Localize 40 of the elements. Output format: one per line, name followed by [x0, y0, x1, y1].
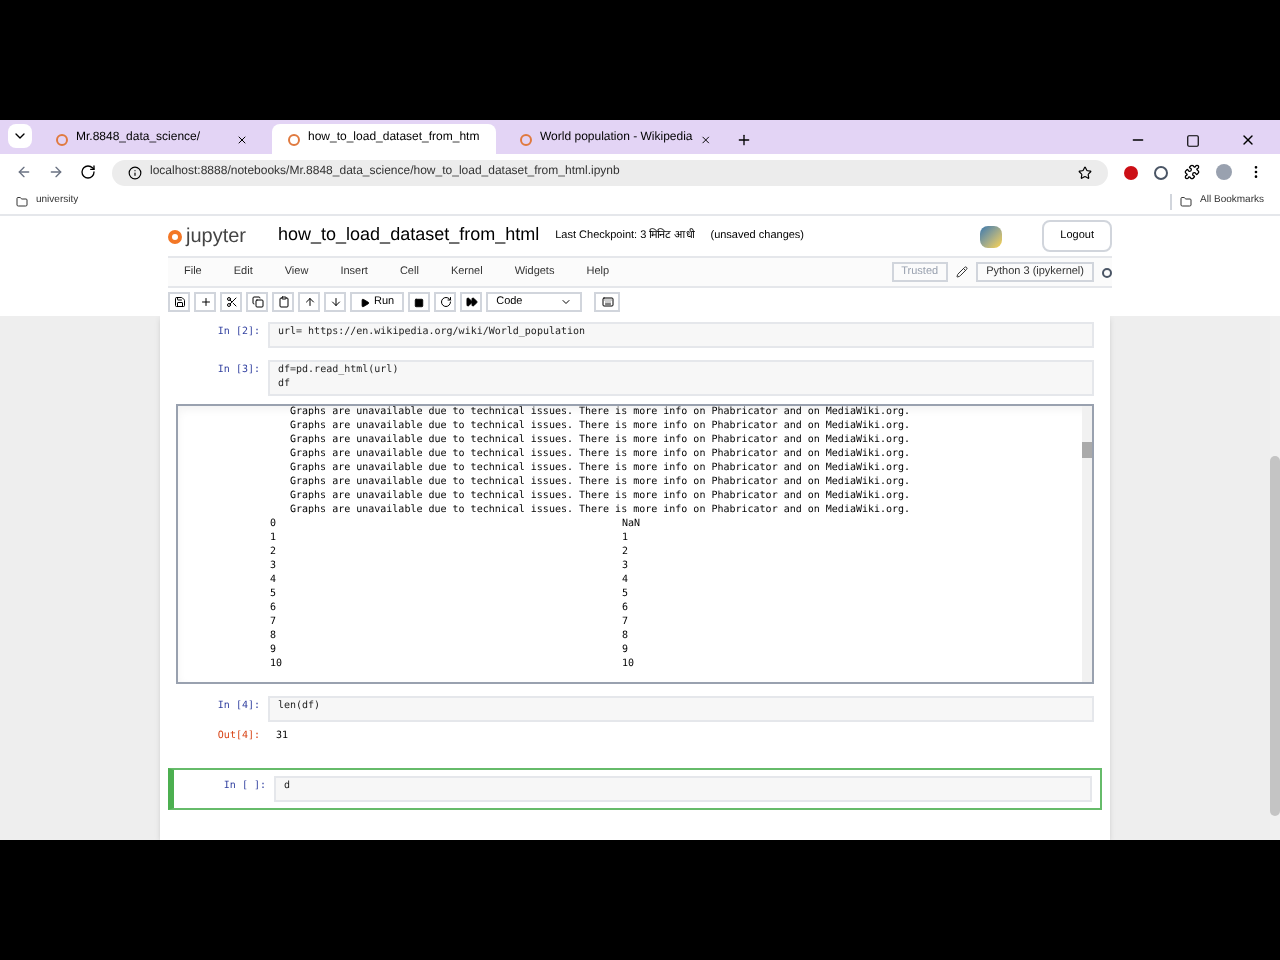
notebook-title[interactable]: how_to_load_dataset_from_html — [278, 222, 540, 250]
output-scroll-area[interactable] — [176, 404, 1094, 684]
bookmark-star-icon[interactable] — [1078, 165, 1092, 179]
site-icon — [520, 133, 532, 145]
play-icon — [360, 297, 370, 307]
reload-icon[interactable] — [80, 164, 96, 180]
cut-icon[interactable] — [220, 292, 242, 312]
folder-icon — [1180, 196, 1193, 208]
extensions-icon[interactable] — [1184, 164, 1200, 180]
copy-icon[interactable] — [246, 292, 268, 312]
extension-icon[interactable] — [1154, 165, 1168, 179]
page-scrollbar[interactable] — [1270, 456, 1280, 816]
close-icon[interactable] — [1240, 132, 1256, 148]
fast-forward-icon[interactable] — [460, 292, 483, 312]
stop-icon[interactable] — [408, 292, 431, 312]
save-icon[interactable] — [168, 292, 190, 312]
tab-list-button[interactable] — [8, 124, 32, 148]
edit-icon[interactable] — [956, 266, 969, 278]
info-icon — [128, 165, 142, 179]
close-icon[interactable] — [236, 133, 248, 145]
close-icon[interactable] — [700, 133, 712, 145]
new-tab-icon[interactable] — [736, 132, 752, 148]
profile-icon[interactable] — [1216, 164, 1232, 180]
paste-icon[interactable] — [272, 292, 294, 312]
chevron-icon — [12, 128, 28, 144]
scrollbar[interactable] — [1082, 406, 1092, 682]
plus-icon[interactable] — [194, 292, 216, 312]
python-logo-icon — [980, 225, 1003, 247]
back-icon[interactable] — [16, 164, 32, 180]
site-icon — [288, 133, 300, 145]
site-icon — [56, 133, 68, 145]
kernel-status-icon — [1102, 267, 1112, 277]
maximize-icon[interactable] — [1186, 134, 1200, 148]
chevron-icon — [560, 296, 573, 308]
restart-icon[interactable] — [434, 292, 457, 312]
jupyter-logo[interactable]: jupyter — [168, 221, 247, 251]
keyboard-icon[interactable] — [594, 292, 621, 312]
folder-icon — [16, 196, 28, 208]
forward-icon[interactable] — [48, 164, 64, 180]
extension-icon[interactable] — [1124, 165, 1138, 179]
